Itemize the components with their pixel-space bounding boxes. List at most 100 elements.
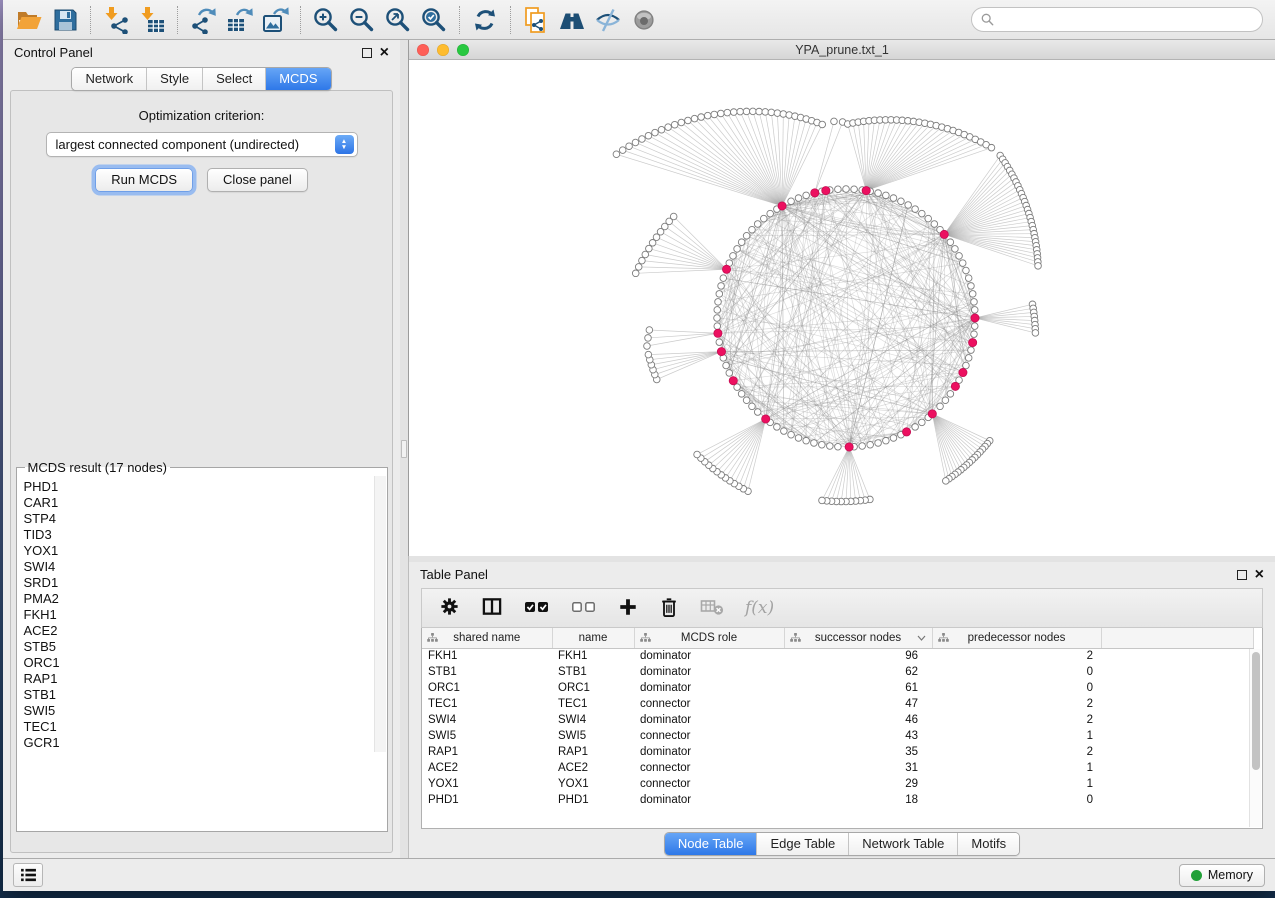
refresh-button[interactable] bbox=[467, 3, 503, 37]
run-mcds-button[interactable]: Run MCDS bbox=[95, 168, 193, 192]
graph-leaf-node[interactable] bbox=[711, 111, 718, 118]
zoom-out-button[interactable] bbox=[344, 3, 380, 37]
graph-ring-node[interactable] bbox=[875, 190, 882, 197]
graph-leaf-node[interactable] bbox=[819, 497, 826, 504]
mcds-result-item[interactable]: SWI4 bbox=[24, 559, 385, 575]
graph-ring-node[interactable] bbox=[971, 299, 978, 306]
graph-hub-node[interactable] bbox=[940, 230, 948, 238]
mcds-result-item[interactable]: STB5 bbox=[24, 639, 385, 655]
column-header-predecessor-nodes[interactable]: predecessor nodes bbox=[932, 628, 1101, 648]
graph-leaf-node[interactable] bbox=[639, 136, 646, 143]
graph-hub-node[interactable] bbox=[729, 377, 737, 385]
graph-leaf-node[interactable] bbox=[635, 264, 642, 271]
graph-leaf-node[interactable] bbox=[756, 108, 763, 115]
toolbar-search-field[interactable] bbox=[971, 7, 1263, 32]
graph-ring-node[interactable] bbox=[835, 186, 842, 193]
graph-ring-node[interactable] bbox=[883, 437, 890, 444]
graph-ring-node[interactable] bbox=[965, 275, 972, 282]
graph-ring-node[interactable] bbox=[971, 323, 978, 330]
graph-ring-node[interactable] bbox=[788, 431, 795, 438]
graph-ring-node[interactable] bbox=[968, 347, 975, 354]
graph-ring-node[interactable] bbox=[803, 192, 810, 199]
graph-ring-node[interactable] bbox=[715, 299, 722, 306]
graph-ring-node[interactable] bbox=[963, 267, 970, 274]
graph-leaf-node[interactable] bbox=[819, 121, 826, 128]
graph-ring-node[interactable] bbox=[734, 246, 741, 253]
graph-ring-node[interactable] bbox=[743, 397, 750, 404]
graph-ring-node[interactable] bbox=[947, 391, 954, 398]
graph-hub-node[interactable] bbox=[822, 186, 830, 194]
table-row[interactable]: TEC1TEC1connector472 bbox=[422, 696, 1254, 712]
select-all-checkboxes-icon[interactable] bbox=[524, 598, 550, 619]
panel-split-divider[interactable] bbox=[400, 40, 408, 858]
graph-leaf-node[interactable] bbox=[691, 115, 698, 122]
graph-ring-node[interactable] bbox=[803, 437, 810, 444]
graph-ring-node[interactable] bbox=[718, 283, 725, 290]
graph-ring-node[interactable] bbox=[781, 428, 788, 435]
graph-ring-node[interactable] bbox=[754, 221, 761, 228]
graph-leaf-node[interactable] bbox=[646, 327, 653, 334]
graph-ring-node[interactable] bbox=[723, 362, 730, 369]
table-row[interactable]: SWI4SWI4dominator462 bbox=[422, 712, 1254, 728]
graph-ring-node[interactable] bbox=[947, 239, 954, 246]
graph-ring-node[interactable] bbox=[716, 291, 723, 298]
divider-grip[interactable] bbox=[401, 440, 407, 458]
graph-ring-node[interactable] bbox=[883, 192, 890, 199]
graph-leaf-node[interactable] bbox=[704, 112, 711, 119]
tab-node-table[interactable]: Node Table bbox=[665, 833, 757, 855]
table-row[interactable]: ORC1ORC1dominator610 bbox=[422, 680, 1254, 696]
graph-hub-node[interactable] bbox=[951, 382, 959, 390]
graph-leaf-node[interactable] bbox=[698, 114, 705, 121]
graph-ring-node[interactable] bbox=[716, 339, 723, 346]
graph-ring-node[interactable] bbox=[912, 206, 919, 213]
graph-leaf-node[interactable] bbox=[694, 451, 701, 458]
graph-leaf-node[interactable] bbox=[743, 108, 750, 115]
export-image-button[interactable] bbox=[257, 3, 293, 37]
graph-leaf-node[interactable] bbox=[665, 124, 672, 131]
graph-ring-node[interactable] bbox=[788, 198, 795, 205]
graph-ring-node[interactable] bbox=[959, 260, 966, 267]
graph-ring-node[interactable] bbox=[754, 409, 761, 416]
zoom-in-button[interactable] bbox=[308, 3, 344, 37]
column-selector-icon[interactable] bbox=[481, 596, 503, 620]
graph-ring-node[interactable] bbox=[952, 246, 959, 253]
graph-ring-node[interactable] bbox=[971, 307, 978, 314]
table-row[interactable]: RAP1RAP1dominator352 bbox=[422, 744, 1254, 760]
mcds-result-item[interactable]: ORC1 bbox=[24, 655, 385, 671]
graph-hub-node[interactable] bbox=[778, 202, 786, 210]
tab-motifs[interactable]: Motifs bbox=[957, 833, 1019, 855]
graph-leaf-node[interactable] bbox=[768, 109, 775, 116]
graph-ring-node[interactable] bbox=[749, 226, 756, 233]
open-file-button[interactable] bbox=[11, 3, 47, 37]
graph-ring-node[interactable] bbox=[726, 370, 733, 377]
add-column-icon[interactable] bbox=[618, 597, 638, 620]
mcds-result-item[interactable]: PHD1 bbox=[24, 479, 385, 495]
graph-leaf-node[interactable] bbox=[644, 343, 651, 350]
criterion-dropdown[interactable]: largest connected component (undirected)… bbox=[46, 132, 358, 157]
graph-ring-node[interactable] bbox=[730, 253, 737, 260]
graph-ring-node[interactable] bbox=[774, 424, 781, 431]
tab-style[interactable]: Style bbox=[146, 68, 202, 90]
graph-ring-node[interactable] bbox=[749, 403, 756, 410]
graph-ring-node[interactable] bbox=[743, 232, 750, 239]
tab-network[interactable]: Network bbox=[72, 68, 146, 90]
network-canvas[interactable] bbox=[409, 60, 1275, 556]
graph-hub-node[interactable] bbox=[971, 314, 979, 322]
mcds-result-item[interactable]: STP4 bbox=[24, 511, 385, 527]
graph-leaf-node[interactable] bbox=[642, 251, 649, 258]
column-header-MCDS-role[interactable]: MCDS role bbox=[634, 628, 784, 648]
graph-ring-node[interactable] bbox=[714, 323, 721, 330]
graph-ring-node[interactable] bbox=[795, 435, 802, 442]
graph-ring-node[interactable] bbox=[942, 397, 949, 404]
graph-ring-node[interactable] bbox=[738, 239, 745, 246]
graph-leaf-node[interactable] bbox=[619, 147, 626, 154]
close-panel-button[interactable]: Close panel bbox=[207, 168, 308, 192]
export-table-button[interactable] bbox=[221, 3, 257, 37]
graph-leaf-node[interactable] bbox=[718, 110, 725, 117]
tab-mcds[interactable]: MCDS bbox=[265, 68, 330, 90]
save-session-button[interactable] bbox=[47, 3, 83, 37]
task-history-button[interactable] bbox=[13, 863, 43, 887]
graph-ring-node[interactable] bbox=[968, 283, 975, 290]
graph-hub-node[interactable] bbox=[959, 368, 967, 376]
graph-hub-node[interactable] bbox=[762, 415, 770, 423]
